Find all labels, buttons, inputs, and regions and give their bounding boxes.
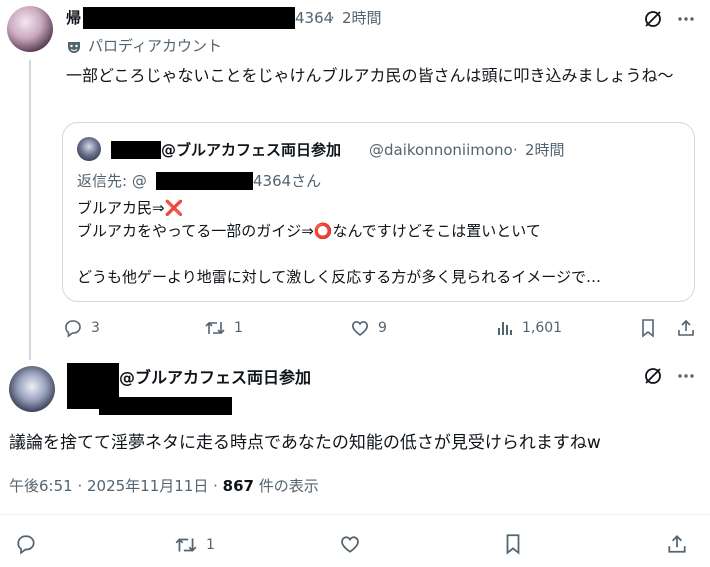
author-handle[interactable]: 4364 bbox=[295, 7, 333, 29]
retweet-count: 1 bbox=[206, 537, 215, 553]
bookmark-icon[interactable] bbox=[639, 318, 657, 338]
reply-to-handle: 4364さん bbox=[253, 172, 322, 190]
like-button[interactable]: 9 bbox=[350, 318, 387, 338]
reply-button[interactable] bbox=[15, 533, 37, 555]
view-count: 867 bbox=[222, 477, 254, 495]
grok-icon[interactable] bbox=[643, 366, 663, 386]
avatar[interactable] bbox=[7, 6, 53, 52]
avatar[interactable] bbox=[9, 366, 55, 412]
reply-button[interactable]: 3 bbox=[63, 318, 100, 338]
divider bbox=[0, 514, 710, 515]
redacted-name bbox=[111, 141, 161, 159]
retweet-button[interactable]: 1 bbox=[204, 318, 243, 338]
thread-line bbox=[29, 60, 31, 360]
quoted-tweet[interactable]: @ブルアカフェス両日参加 @daikonnoniimono · 2時間 返信先:… bbox=[62, 122, 695, 302]
reply-count: 3 bbox=[91, 320, 100, 336]
view-label: 件の表示 bbox=[253, 477, 319, 495]
author-name[interactable]: @ブルアカフェス両日参加 bbox=[119, 366, 311, 390]
tweet-text: 議論を捨てて淫夢ネタに走る時点であなたの知能の低さが見受けられますねw bbox=[9, 433, 601, 453]
retweet-button[interactable]: 1 bbox=[174, 534, 215, 556]
share-icon[interactable] bbox=[676, 318, 696, 338]
dot-separator: · bbox=[513, 141, 518, 159]
more-icon[interactable] bbox=[676, 366, 696, 386]
bookmark-icon[interactable] bbox=[503, 533, 523, 555]
parody-label: パロディアカウント bbox=[88, 37, 222, 55]
dot-separator: · bbox=[330, 9, 335, 27]
timestamp[interactable]: 2時間 bbox=[342, 7, 382, 29]
like-button[interactable] bbox=[339, 533, 361, 555]
share-icon[interactable] bbox=[666, 533, 688, 555]
quote-line-3: どうも他ゲーより地雷に対して激しく反応する方が多く見られるイメージで… bbox=[77, 268, 601, 286]
quote-avatar bbox=[77, 137, 101, 161]
grok-icon[interactable] bbox=[643, 9, 663, 29]
redacted-handle bbox=[99, 397, 232, 415]
parody-mask-icon bbox=[66, 39, 82, 55]
quote-author-name: @ブルアカフェス両日参加 bbox=[161, 141, 342, 159]
redacted-handle bbox=[156, 172, 253, 190]
retweet-count: 1 bbox=[234, 320, 243, 336]
quote-line-2: ブルアカをやってる一部のガイジ⇒⭕なんですけどそこは置いといて bbox=[77, 222, 541, 240]
reply-to-prefix: 返信先: @ bbox=[77, 172, 147, 190]
author-name[interactable]: 帰 bbox=[66, 7, 81, 29]
tweet-meta: 午後6:51 · 2025年11月11日 · 867 件の表示 bbox=[9, 475, 319, 497]
post-time[interactable]: 午後6:51 · 2025年11月11日 · bbox=[9, 477, 223, 495]
quote-timestamp: 2時間 bbox=[525, 141, 565, 159]
more-icon[interactable] bbox=[676, 9, 696, 29]
like-count: 9 bbox=[378, 320, 387, 336]
views-button[interactable]: 1,601 bbox=[496, 318, 562, 338]
views-count: 1,601 bbox=[522, 320, 563, 336]
quote-author-handle: @daikonnoniimono bbox=[369, 141, 513, 159]
tweet-text: 一部どころじゃないことをじゃけんブルアカ民の皆さんは頭に叩き込みましょうね〜 bbox=[66, 66, 674, 85]
quote-line-1: ブルアカ民⇒❌ bbox=[77, 199, 184, 217]
redacted-name bbox=[83, 7, 295, 29]
